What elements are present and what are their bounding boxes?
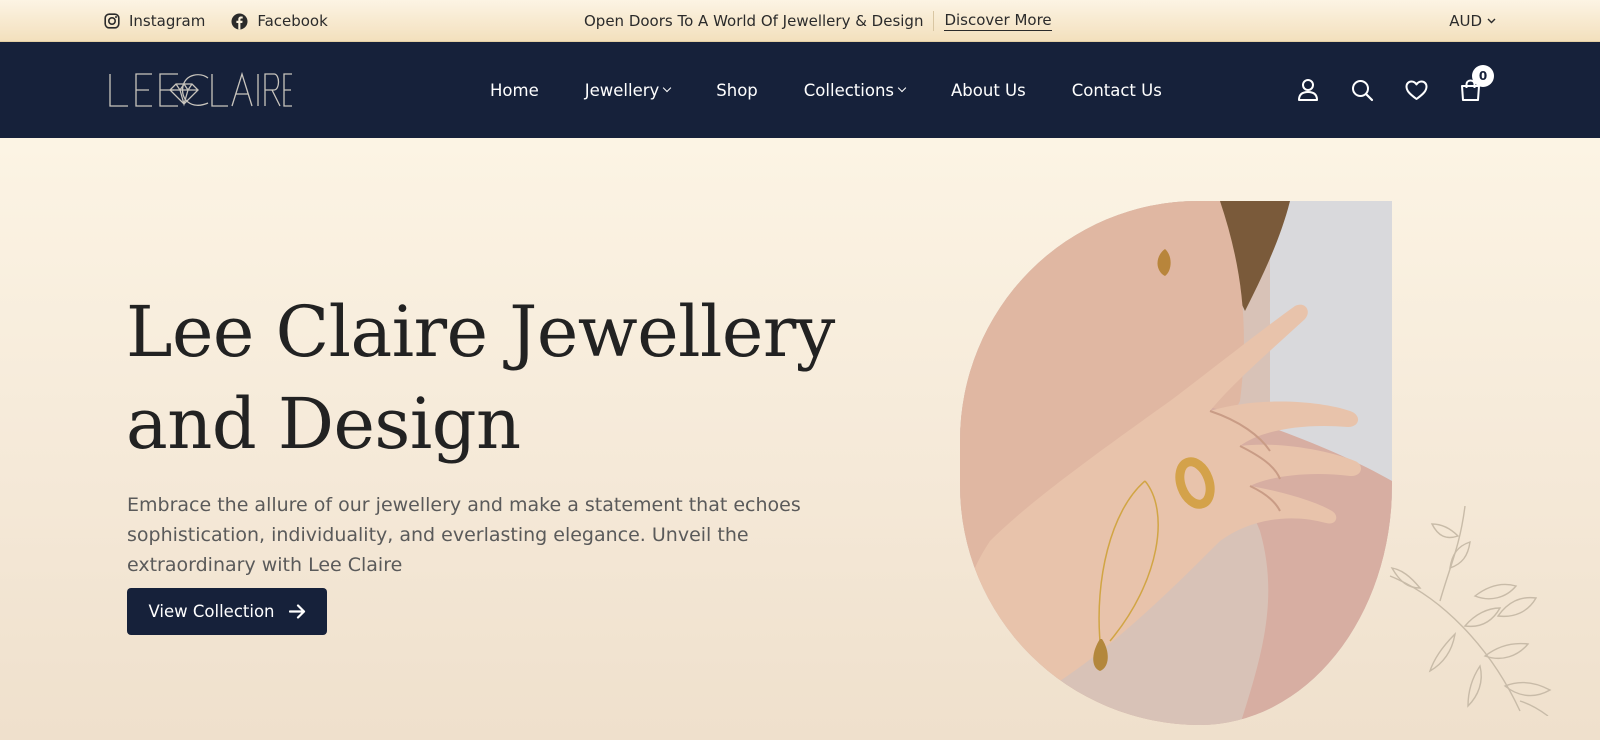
facebook-label: Facebook (257, 12, 328, 30)
instagram-icon (104, 13, 120, 29)
discover-more-link[interactable]: Discover More (944, 11, 1052, 31)
header-tools: 0 (1296, 42, 1494, 138)
heart-icon (1405, 80, 1427, 100)
chevron-down-icon (1487, 18, 1496, 24)
hero-title-line2: and Design (126, 383, 521, 465)
instagram-link[interactable]: Instagram (104, 12, 205, 30)
chevron-down-icon (663, 83, 672, 93)
nav-contact-us-label: Contact Us (1071, 80, 1162, 100)
leeclaire-logo-icon (109, 71, 292, 107)
hero-section: Lee Claire Jewellery and Design Embrace … (0, 138, 1600, 740)
nav-home-label: Home (490, 80, 539, 100)
currency-value: AUD (1449, 12, 1482, 30)
hero-title: Lee Claire Jewellery and Design (126, 286, 846, 470)
wishlist-button[interactable] (1404, 78, 1428, 102)
brand-logo[interactable] (108, 70, 293, 110)
hero-image (960, 201, 1392, 725)
user-icon (1298, 79, 1318, 101)
cart-button[interactable]: 0 (1458, 65, 1494, 102)
search-icon (1351, 79, 1373, 101)
chevron-down-icon (897, 83, 907, 93)
facebook-link[interactable]: Facebook (231, 12, 328, 30)
announcement-text: Open Doors To A World Of Jewellery & Des… (584, 12, 924, 30)
currency-selector[interactable]: AUD (1449, 0, 1496, 42)
view-collection-label: View Collection (148, 602, 275, 621)
nav-about-us-label: About Us (951, 80, 1026, 100)
search-button[interactable] (1350, 78, 1374, 102)
nav-contact-us[interactable]: Contact Us (1072, 81, 1162, 100)
arrow-right-icon (288, 604, 305, 619)
nav-home[interactable]: Home (490, 81, 539, 100)
nav-shop[interactable]: Shop (716, 81, 758, 100)
nav-collections-label: Collections (803, 80, 894, 100)
nav-shop-label: Shop (716, 80, 758, 100)
view-collection-button[interactable]: View Collection (127, 588, 327, 635)
announcement: Open Doors To A World Of Jewellery & Des… (584, 0, 1052, 42)
announcement-bar: Instagram Facebook Open Doors To A World… (0, 0, 1600, 42)
jewellery-model-photo (960, 201, 1392, 725)
cart-count-badge: 0 (1472, 65, 1494, 87)
main-header: Home Jewellery Shop Collections About Us… (0, 42, 1600, 138)
social-links: Instagram Facebook (104, 0, 328, 42)
leaf-branch-decoration (1389, 506, 1552, 716)
account-button[interactable] (1296, 78, 1320, 102)
announcement-divider (933, 11, 935, 31)
facebook-icon (231, 13, 248, 29)
nav-about-us[interactable]: About Us (951, 81, 1026, 100)
nav-collections[interactable]: Collections (803, 80, 907, 100)
nav-jewellery[interactable]: Jewellery (584, 80, 672, 100)
nav-jewellery-label: Jewellery (584, 80, 660, 100)
instagram-label: Instagram (129, 12, 206, 30)
hero-description: Embrace the allure of our jewellery and … (127, 494, 801, 576)
hero-title-line1: Lee Claire Jewellery (126, 291, 835, 373)
primary-menu: Home Jewellery Shop Collections About Us… (490, 42, 1162, 138)
